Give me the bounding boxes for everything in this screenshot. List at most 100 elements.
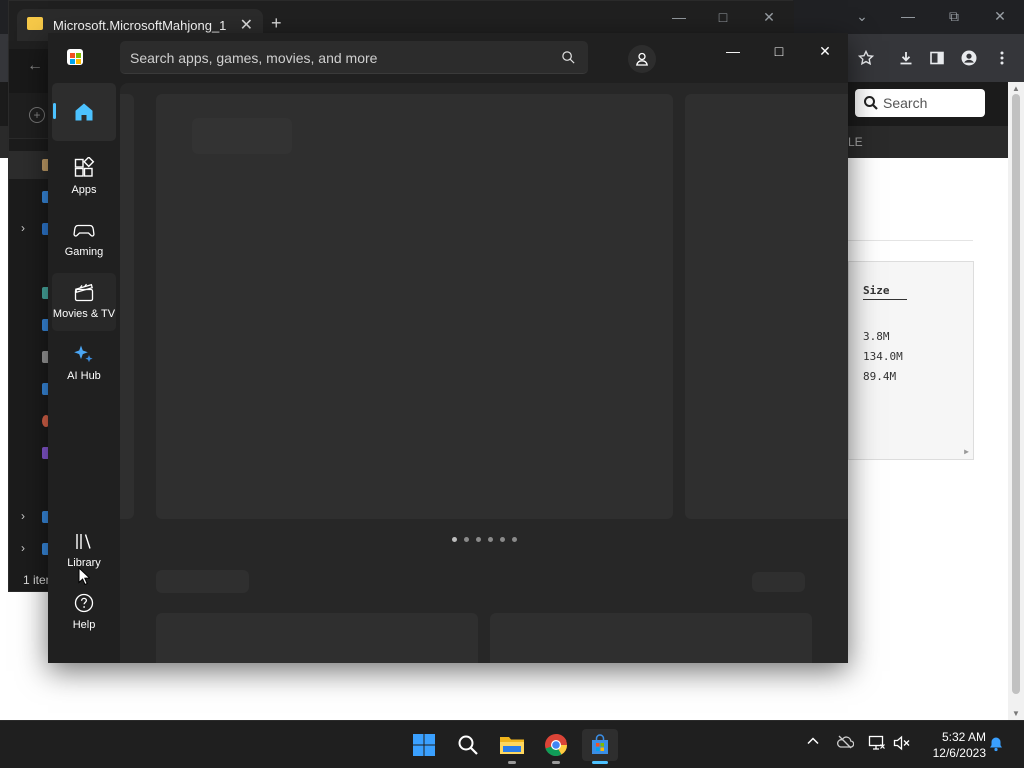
notification-bell-icon[interactable]: [988, 736, 1004, 755]
store-search-box[interactable]: [120, 41, 588, 74]
back-arrow-icon[interactable]: ←: [27, 57, 43, 75]
new-item-icon[interactable]: +: [29, 107, 45, 123]
nav-item[interactable]: [9, 407, 50, 435]
close-tab-icon[interactable]: ✕: [240, 15, 253, 35]
rail-label-help: Help: [72, 619, 96, 631]
file-table: Size 3.8M 134.0M 89.4M ▶: [848, 261, 974, 460]
explorer-maximize-button[interactable]: □: [701, 5, 745, 29]
store-nav-rail: Apps Gaming Movies & TV AI Hub Library H…: [48, 83, 120, 663]
store-logo-icon: [67, 49, 83, 65]
tile-placeholder[interactable]: [490, 613, 812, 663]
explorer-minimize-button[interactable]: —: [657, 5, 701, 29]
taskbar-search-button[interactable]: [450, 729, 486, 761]
library-icon: [76, 534, 91, 549]
side-panel-icon[interactable]: [923, 44, 951, 72]
scrollbar-thumb[interactable]: [1012, 94, 1020, 694]
chevron-right-icon[interactable]: ›: [21, 541, 25, 555]
selection-indicator: [53, 103, 56, 119]
gamepad-icon: [73, 224, 95, 237]
rail-item-home[interactable]: [52, 83, 116, 141]
rail-item-movies-tv[interactable]: Movies & TV: [52, 273, 116, 331]
column-header-size[interactable]: Size: [863, 284, 907, 300]
tile-placeholder[interactable]: [156, 613, 478, 663]
carousel-dot[interactable]: [512, 537, 517, 542]
explorer-close-button[interactable]: ✕: [747, 5, 791, 29]
profile-icon[interactable]: [955, 44, 983, 72]
windows-logo-icon: [413, 734, 435, 756]
help-icon: [74, 593, 94, 613]
taskbar-microsoft-store[interactable]: [582, 729, 618, 761]
store-bag-icon: [592, 734, 608, 754]
apps-icon: [74, 157, 95, 177]
start-button[interactable]: [406, 729, 442, 761]
chevron-right-icon[interactable]: ›: [21, 509, 25, 523]
downloads-icon[interactable]: [892, 44, 920, 72]
rail-item-ai-hub[interactable]: AI Hub: [52, 335, 116, 393]
hero-banner-placeholder[interactable]: [156, 94, 673, 519]
scroll-up-icon[interactable]: ▲: [1012, 84, 1020, 93]
scroll-right-icon[interactable]: ▶: [964, 447, 969, 456]
page-scrollbar[interactable]: ▲ ▼: [1008, 82, 1024, 720]
carousel-dot[interactable]: [452, 537, 457, 542]
divider: [848, 240, 973, 241]
chevron-right-icon[interactable]: ›: [21, 221, 25, 235]
show-hidden-icons-chevron-icon[interactable]: [806, 734, 820, 751]
nav-item[interactable]: [9, 311, 50, 339]
carousel-dot[interactable]: [476, 537, 481, 542]
browser-close-button[interactable]: ✕: [978, 4, 1022, 28]
onedrive-offline-icon[interactable]: [836, 735, 855, 752]
carousel-dot[interactable]: [464, 537, 469, 542]
bookmark-star-icon[interactable]: [852, 44, 880, 72]
volume-muted-icon[interactable]: [893, 735, 911, 754]
rail-label-ai-hub: AI Hub: [67, 370, 101, 382]
nav-item[interactable]: [9, 375, 50, 403]
clock-date: 12/6/2023: [932, 746, 986, 760]
nav-item[interactable]: [9, 279, 50, 307]
nav-item-this-pc[interactable]: ›: [9, 503, 50, 531]
store-titlebar: — □ ✕: [48, 33, 848, 83]
store-maximize-button[interactable]: □: [756, 37, 802, 65]
account-icon[interactable]: [628, 45, 656, 73]
clock-time: 5:32 AM: [941, 730, 986, 744]
rail-item-apps[interactable]: Apps: [52, 149, 116, 207]
browser-tab-list-icon[interactable]: ⌄: [840, 4, 884, 28]
clock[interactable]: 5:32 AM 12/6/2023: [912, 729, 986, 761]
taskbar-chrome[interactable]: [538, 729, 574, 761]
taskbar: 5:32 AM 12/6/2023: [0, 720, 1024, 768]
site-search-box[interactable]: Search: [855, 89, 985, 117]
running-indicator: [552, 761, 560, 764]
nav-item[interactable]: [9, 439, 50, 467]
carousel-dot[interactable]: [488, 537, 493, 542]
rail-item-help[interactable]: Help: [52, 584, 116, 642]
mouse-cursor-icon: [78, 567, 90, 586]
table-cell-size: 3.8M: [863, 330, 890, 343]
carousel-dot[interactable]: [500, 537, 505, 542]
search-icon[interactable]: [561, 50, 576, 65]
site-nav-item[interactable]: LE: [848, 135, 863, 149]
rail-item-gaming[interactable]: Gaming: [52, 211, 116, 269]
store-close-button[interactable]: ✕: [802, 37, 848, 65]
home-icon: [75, 103, 93, 121]
nav-item[interactable]: ›: [9, 215, 50, 243]
nav-item-home[interactable]: [9, 151, 50, 179]
carousel-page-dots: [452, 537, 517, 542]
taskbar-file-explorer[interactable]: [494, 729, 530, 761]
browser-minimize-button[interactable]: —: [886, 4, 930, 28]
nav-item[interactable]: [9, 183, 50, 211]
browser-restore-button[interactable]: ⧉: [932, 4, 976, 28]
carousel-next-card-placeholder[interactable]: [685, 94, 848, 519]
nav-item[interactable]: [9, 343, 50, 371]
network-icon[interactable]: [868, 735, 886, 754]
new-tab-icon[interactable]: +: [271, 13, 282, 34]
nav-item-network[interactable]: ›: [9, 535, 50, 563]
table-cell-size: 134.0M: [863, 350, 903, 363]
chrome-menu-icon[interactable]: [988, 44, 1016, 72]
search-icon: [864, 96, 878, 110]
carousel-prev-card-placeholder[interactable]: [120, 94, 134, 519]
see-all-placeholder[interactable]: [752, 572, 805, 592]
store-search-input[interactable]: [130, 41, 550, 74]
store-minimize-button[interactable]: —: [710, 37, 756, 65]
store-home-content: [120, 83, 848, 663]
scroll-down-icon[interactable]: ▼: [1012, 709, 1020, 718]
chrome-icon: [545, 733, 567, 757]
